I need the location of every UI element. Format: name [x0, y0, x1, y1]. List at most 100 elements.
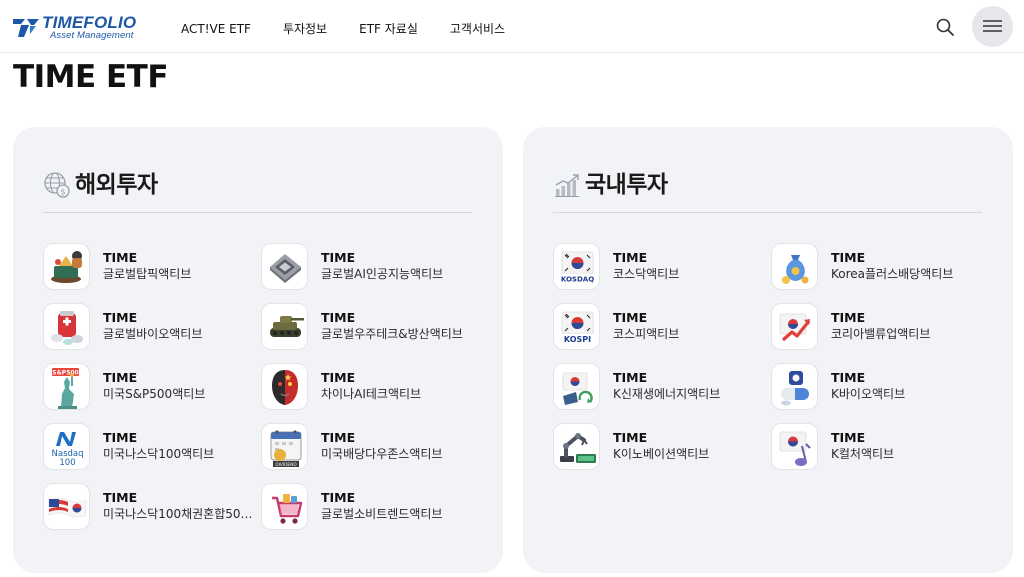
etf-item-space-defense[interactable]: TIME 글로벌우주테크&방산액티브: [261, 303, 471, 351]
etf-name: K신재생에너지액티브: [613, 387, 721, 401]
search-icon: [936, 18, 954, 36]
panel-title: 국내투자: [585, 172, 668, 198]
ai-chip-icon: [261, 243, 308, 290]
korea-value-up-icon: [771, 303, 818, 350]
kospi-badge: KOSPI: [564, 335, 591, 344]
etf-name: 글로벌탑픽액티브: [103, 267, 192, 281]
etf-item-kosdaq[interactable]: KOSDAQ TIME 코스닥액티브: [553, 243, 763, 291]
domestic-investment-panel: 국내투자 KOSDAQ TIME 코스닥액티브 TIME Korea플러스배당액…: [523, 127, 1013, 573]
etf-name: 글로벌소비트렌드액티브: [321, 507, 443, 521]
etf-item-us-nasdaq100[interactable]: Nasdaq 100 TIME 미국나스닥100액티브: [43, 423, 253, 471]
etf-brand: TIME: [103, 310, 138, 325]
main-nav: ACT!VE ETF 투자정보 ETF 자료실 고객서비스: [181, 21, 505, 37]
nav-investment-info[interactable]: 투자정보: [283, 21, 327, 37]
nasdaq-100-badge: 100: [59, 458, 75, 468]
etf-brand: TIME: [831, 250, 866, 265]
logo-sub: Asset Management: [50, 30, 134, 41]
search-button[interactable]: [934, 16, 956, 38]
etf-item-k-renewable-energy[interactable]: TIME K신재생에너지액티브: [553, 363, 763, 411]
tank-icon: [261, 303, 308, 350]
top-pick-icon: [43, 243, 90, 290]
etf-item-kospi[interactable]: KOSPI TIME 코스피액티브: [553, 303, 763, 351]
capsule-icon: [771, 363, 818, 410]
etf-name: K이노베이션액티브: [613, 447, 710, 461]
panel-title: 해외투자: [75, 172, 158, 198]
etf-name: 글로벌AI인공지능액티브: [321, 267, 444, 281]
etf-brand: TIME: [103, 370, 138, 385]
etf-brand: TIME: [613, 370, 648, 385]
menu-button[interactable]: [972, 6, 1013, 47]
logo-mark-icon: [13, 19, 39, 37]
dividend-badge: DIVIDEND: [275, 462, 297, 468]
etf-name: 코리아밸류업액티브: [831, 327, 931, 341]
etf-brand: TIME: [321, 370, 356, 385]
renewable-energy-icon: [553, 363, 600, 410]
kosdaq-flag-icon: KOSDAQ: [553, 243, 600, 290]
robot-arm-icon: [553, 423, 600, 470]
etf-item-k-bio[interactable]: TIME K바이오액티브: [771, 363, 981, 411]
kospi-flag-icon: KOSPI: [553, 303, 600, 350]
kosdaq-badge: KOSDAQ: [561, 276, 594, 284]
etf-brand: TIME: [103, 430, 138, 445]
site-header: TIMEFOLIO Asset Management ACT!VE ETF 투자…: [0, 0, 1024, 53]
etf-name: 코스피액티브: [613, 327, 680, 341]
etf-name: K바이오액티브: [831, 387, 906, 401]
etf-item-k-culture[interactable]: TIME K컬처액티브: [771, 423, 981, 471]
overseas-investment-panel: $ 해외투자 TIME 글로벌탑픽액티브 TIME 글로벌AI인공지능액티브 T…: [13, 127, 503, 573]
etf-item-china-ai[interactable]: TIME 차이나AI테크액티브: [261, 363, 471, 411]
etf-brand: TIME: [613, 430, 648, 445]
statue-of-liberty-icon: S&P500: [43, 363, 90, 410]
etf-name: 차이나AI테크액티브: [321, 387, 422, 401]
etf-item-k-innovation[interactable]: TIME K이노베이션액티브: [553, 423, 763, 471]
etf-name: 미국배당다우존스액티브: [321, 447, 443, 461]
shopping-cart-icon: [261, 483, 308, 530]
etf-brand: TIME: [321, 250, 356, 265]
panel-divider: [43, 212, 472, 213]
etf-item-korea-value-up[interactable]: TIME 코리아밸류업액티브: [771, 303, 981, 351]
china-ai-head-icon: [261, 363, 308, 410]
hamburger-icon: [983, 20, 1002, 32]
panel-divider: [553, 212, 982, 213]
etf-name: 글로벌바이오액티브: [103, 327, 203, 341]
etf-brand: TIME: [321, 430, 356, 445]
etf-item-global-consumer-trend[interactable]: TIME 글로벌소비트렌드액티브: [261, 483, 471, 531]
etf-name: 미국나스닥100채권혼합50액티브: [103, 507, 253, 521]
etf-item-korea-plus-dividend[interactable]: TIME Korea플러스배당액티브: [771, 243, 981, 291]
etf-brand: TIME: [321, 490, 356, 505]
etf-item-nasdaq-bond-mix[interactable]: TIME 미국나스닥100채권혼합50액티브: [43, 483, 253, 531]
etf-brand: TIME: [613, 250, 648, 265]
panel-header: $ 해외투자: [43, 169, 158, 201]
svg-text:$: $: [60, 188, 65, 197]
nav-customer-service[interactable]: 고객서비스: [450, 21, 505, 37]
etf-brand: TIME: [103, 490, 138, 505]
etf-brand: TIME: [831, 310, 866, 325]
etf-item-global-ai[interactable]: TIME 글로벌AI인공지능액티브: [261, 243, 471, 291]
etf-name: 미국나스닥100액티브: [103, 447, 215, 461]
etf-name: 미국S&P500액티브: [103, 387, 206, 401]
etf-brand: TIME: [831, 430, 866, 445]
etf-brand: TIME: [321, 310, 356, 325]
etf-brand: TIME: [103, 250, 138, 265]
nasdaq-icon: Nasdaq 100: [43, 423, 90, 470]
money-bag-icon: [771, 243, 818, 290]
nav-etf-library[interactable]: ETF 자료실: [359, 21, 418, 37]
etf-name: 글로벌우주테크&방산액티브: [321, 327, 463, 341]
globe-dollar-icon: $: [44, 172, 70, 198]
etf-item-us-dividend-dowjones[interactable]: DIVIDEND TIME 미국배당다우존스액티브: [261, 423, 471, 471]
page-title: TIME ETF: [13, 59, 169, 95]
timefolio-logo[interactable]: TIMEFOLIO Asset Management: [12, 14, 148, 42]
etf-name: K컬처액티브: [831, 447, 895, 461]
etf-name: Korea플러스배당액티브: [831, 267, 954, 281]
us-korea-flags-icon: [43, 483, 90, 530]
nav-active-etf[interactable]: ACT!VE ETF: [181, 21, 251, 37]
etf-name: 코스닥액티브: [613, 267, 680, 281]
bio-pills-icon: [43, 303, 90, 350]
etf-brand: TIME: [613, 310, 648, 325]
bar-chart-growth-icon: [555, 174, 579, 197]
sp500-badge: S&P500: [52, 370, 78, 377]
etf-item-us-sp500[interactable]: S&P500 TIME 미국S&P500액티브: [43, 363, 253, 411]
etf-item-global-bio[interactable]: TIME 글로벌바이오액티브: [43, 303, 253, 351]
dividend-calendar-icon: DIVIDEND: [261, 423, 308, 470]
panel-header: 국내투자: [553, 169, 668, 201]
etf-item-global-top-pick[interactable]: TIME 글로벌탑픽액티브: [43, 243, 253, 291]
